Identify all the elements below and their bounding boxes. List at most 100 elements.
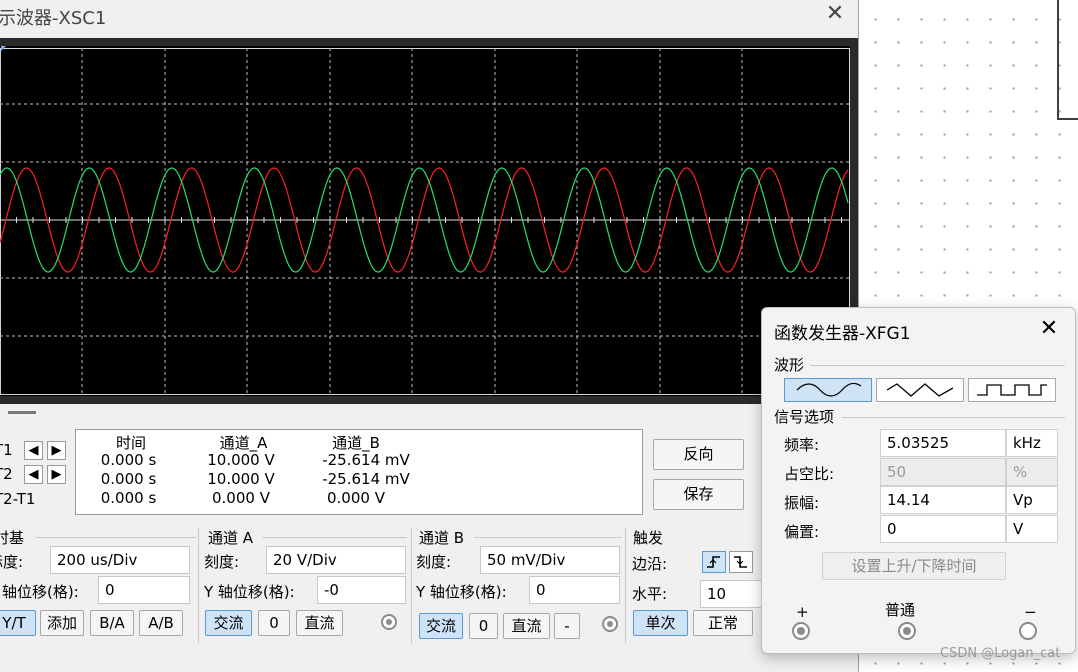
resize-grip-icon[interactable]	[8, 411, 36, 414]
waveform-label: 波形	[774, 356, 805, 374]
offset-unit-select[interactable]: V	[1006, 515, 1058, 543]
terminal-common-label: 普通	[885, 601, 916, 619]
amplitude-unit-select[interactable]: Vp	[1006, 486, 1058, 514]
timebase-xpos-field[interactable]: 0	[98, 576, 190, 604]
channel-b-invert-button[interactable]: -	[554, 613, 580, 639]
duty-cycle-label: 占空比:	[784, 465, 835, 483]
group-divider	[262, 537, 407, 538]
sine-wave-button[interactable]	[784, 378, 872, 402]
mode-yt-button[interactable]: Y/T	[0, 610, 36, 636]
timebase-title: 时基	[0, 529, 25, 547]
channel-b-ac-button[interactable]: 交流	[419, 613, 463, 639]
channel-b-title: 通道 B	[419, 529, 465, 547]
frequency-field[interactable]: 5.03525	[880, 429, 1006, 457]
cursor-t2-right-arrow-icon[interactable]: ▶	[47, 465, 66, 484]
group-divider	[36, 537, 196, 538]
timebase-scale-label: 标度:	[0, 553, 24, 571]
mode-add-button[interactable]: 添加	[40, 610, 84, 636]
triangle-wave-button[interactable]	[876, 378, 964, 402]
cursor-readout-table: 时间 通道_A 通道_B 0.000 s 10.000 V -25.614 mV…	[75, 429, 643, 515]
watermark: CSDN @Logan_cat	[940, 646, 1061, 661]
channel-a-terminal-icon[interactable]	[381, 614, 397, 630]
sine-wave-icon	[796, 382, 862, 397]
channel-a-scale-field[interactable]: 20 V/Div	[266, 546, 406, 574]
screen-border	[0, 48, 850, 395]
triangle-wave-icon	[886, 383, 954, 397]
terminal-minus-label: −	[1024, 603, 1037, 621]
signal-options-label: 信号选项	[774, 408, 835, 426]
function-generator-title: 函数发生器-XFG1	[774, 324, 911, 344]
group-divider	[625, 528, 626, 643]
channel-a-ypos-label: Y 轴位移(格):	[204, 583, 295, 601]
schematic-wire	[1057, 118, 1078, 120]
readout-t2-channel-b: -25.614 mV	[322, 470, 410, 488]
channel-a-ac-button[interactable]: 交流	[205, 610, 252, 636]
cursor-t1-left-arrow-icon[interactable]: ◀	[24, 441, 43, 460]
mode-ab-button[interactable]: A/B	[139, 610, 183, 636]
channel-b-dc-button[interactable]: 直流	[503, 613, 550, 639]
oscilloscope-screen[interactable]	[0, 46, 850, 396]
cursor-t2t1-label: T2-T1	[0, 490, 36, 508]
duty-cycle-unit: %	[1006, 458, 1058, 486]
readout-t1-time: 0.000 s	[100, 451, 157, 469]
readout-t1-channel-a: 10.000 V	[207, 451, 275, 469]
cursor-t2-left-arrow-icon[interactable]: ◀	[24, 465, 43, 484]
scope-graticule	[0, 46, 850, 395]
falling-edge-icon[interactable]	[729, 551, 753, 573]
square-wave-button[interactable]	[968, 378, 1056, 402]
channel-a-scale-label: 刻度:	[204, 553, 240, 571]
rise-fall-time-button: 设置上升/下降时间	[822, 552, 1006, 580]
frequency-unit-select[interactable]: kHz	[1006, 429, 1058, 457]
channel-b-scale-label: 刻度:	[416, 553, 452, 571]
trigger-normal-button[interactable]: 正常	[693, 610, 753, 636]
offset-field[interactable]: 0	[880, 515, 1006, 543]
group-divider	[474, 537, 622, 538]
close-icon[interactable]: ✕	[822, 1, 848, 27]
amplitude-label: 振幅:	[784, 494, 820, 512]
readout-t2-time: 0.000 s	[100, 470, 157, 488]
rising-edge-icon[interactable]	[702, 551, 726, 573]
trigger-single-button[interactable]: 单次	[633, 610, 688, 636]
oscilloscope-window: 示波器-XSC1 ✕ T1 ◀ ▶ T2 ◀ ▶ T2-T1 时间 通道_A 通…	[0, 0, 859, 672]
schematic-wire	[1057, 0, 1059, 120]
channel-a-title: 通道 A	[208, 529, 254, 547]
square-wave-icon	[977, 384, 1047, 396]
channel-b-terminal-icon[interactable]	[602, 616, 618, 632]
channel-b-scale-field[interactable]: 50 mV/Div	[480, 546, 620, 574]
channel-b-ypos-field[interactable]: 0	[529, 576, 620, 604]
cursor-t2-label: T2	[0, 465, 13, 483]
reverse-button[interactable]: 反向	[653, 439, 744, 470]
group-divider	[810, 365, 1065, 366]
common-terminal-icon[interactable]	[898, 622, 916, 640]
cursor-t1-label: T1	[0, 441, 13, 459]
readout-header-channel-b: 通道_B	[332, 434, 380, 452]
readout-header-time: 时间	[115, 434, 146, 452]
positive-terminal-icon[interactable]	[792, 622, 810, 640]
negative-terminal-icon[interactable]	[1019, 622, 1037, 640]
save-button[interactable]: 保存	[653, 479, 744, 510]
readout-delta-channel-b: 0.000 V	[327, 489, 385, 507]
mode-ba-button[interactable]: B/A	[90, 610, 134, 636]
channel-a-zero-button[interactable]: 0	[258, 610, 290, 636]
group-divider	[842, 417, 1065, 418]
channel-a-dc-button[interactable]: 直流	[296, 610, 343, 636]
channel-a-ypos-field[interactable]: -0	[317, 576, 406, 604]
readout-delta-channel-a: 0.000 V	[212, 489, 270, 507]
channel-b-ypos-label: Y 轴位移(格):	[416, 583, 507, 601]
readout-t2-channel-a: 10.000 V	[207, 470, 275, 488]
trigger-title: 触发	[633, 529, 664, 547]
timebase-scale-field[interactable]: 200 us/Div	[50, 546, 190, 574]
close-icon[interactable]: ✕	[1034, 314, 1064, 344]
readout-t1-channel-b: -25.614 mV	[322, 451, 410, 469]
oscilloscope-title: 示波器-XSC1	[0, 8, 107, 29]
cursor-t1-right-arrow-icon[interactable]: ▶	[47, 441, 66, 460]
channel-b-zero-button[interactable]: 0	[469, 613, 498, 639]
amplitude-field[interactable]: 14.14	[880, 486, 1006, 514]
terminal-plus-label: +	[796, 603, 809, 621]
readout-header-channel-a: 通道_A	[219, 434, 268, 452]
trigger-level-label: 水平:	[632, 585, 668, 603]
group-divider	[411, 528, 412, 643]
frequency-label: 频率:	[784, 436, 820, 454]
trigger-level-field[interactable]: 10	[700, 580, 762, 608]
readout-delta-time: 0.000 s	[100, 489, 157, 507]
